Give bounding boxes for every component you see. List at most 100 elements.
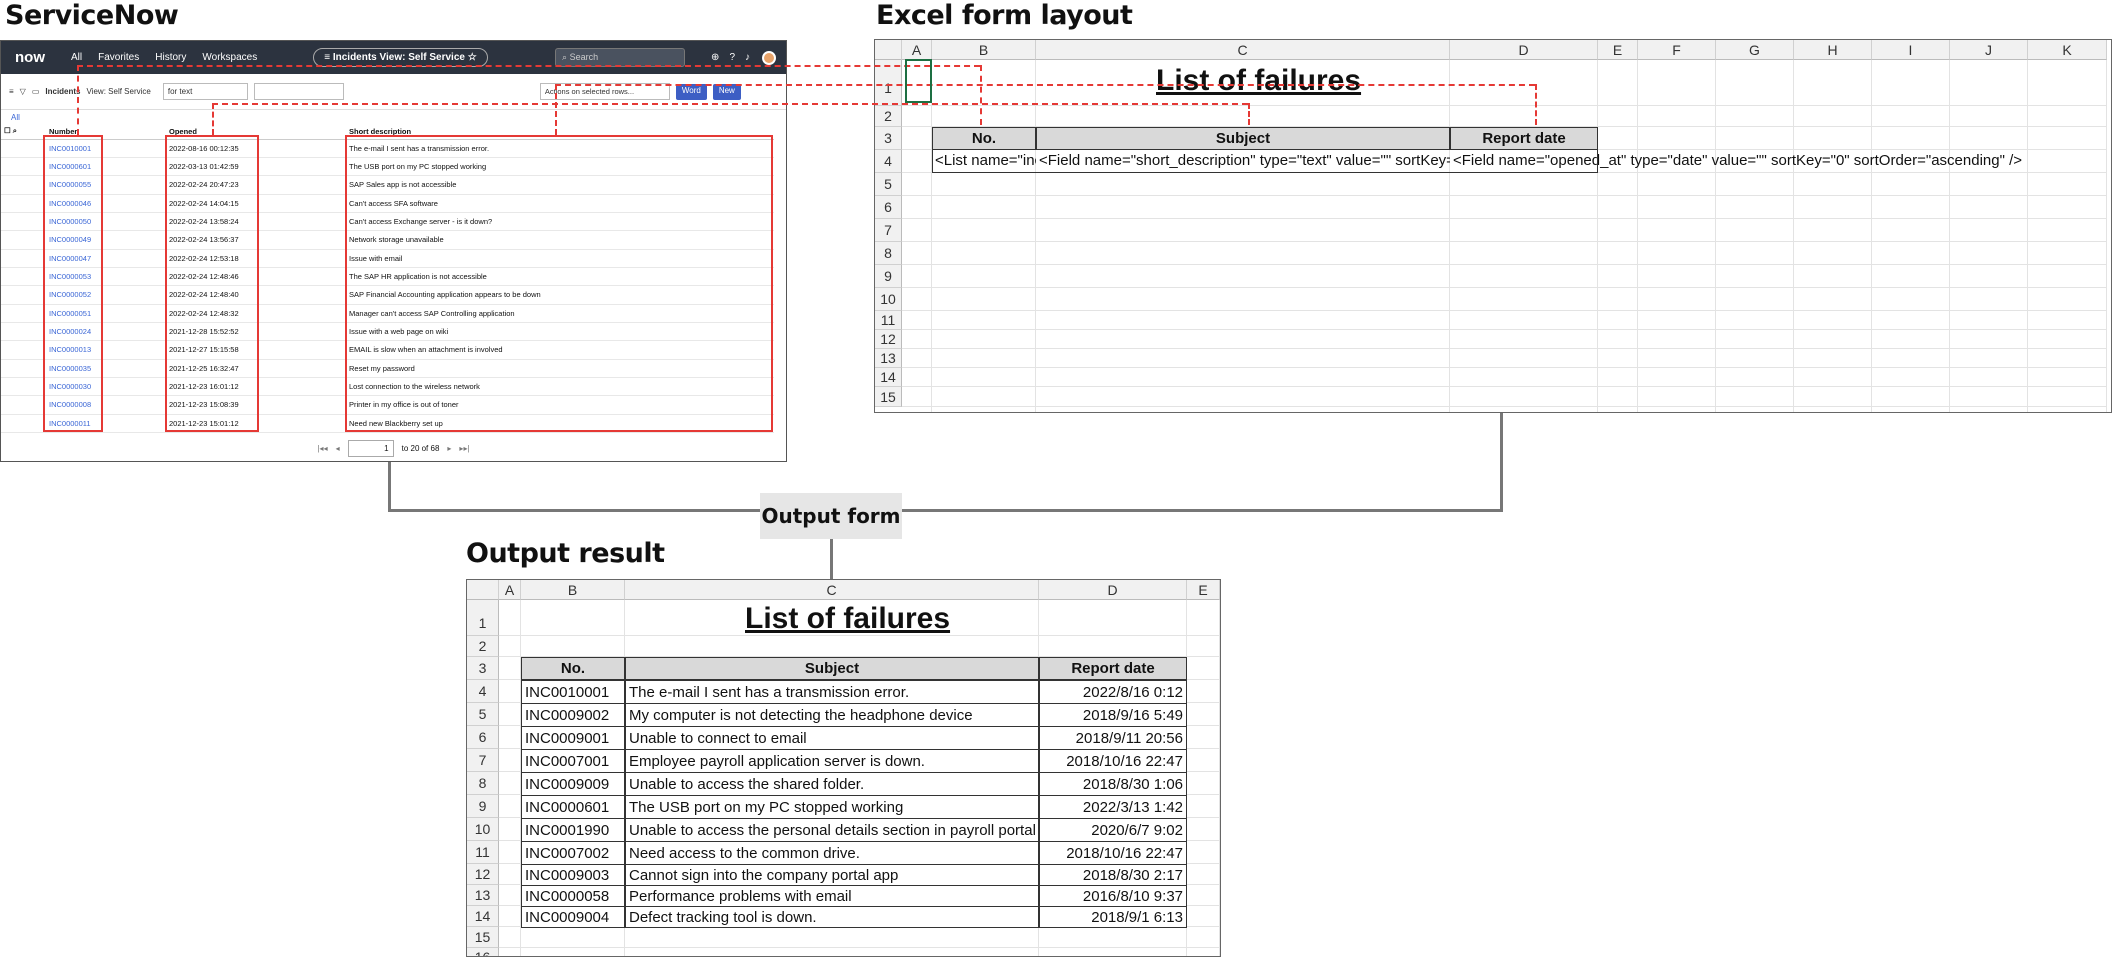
page-input[interactable]: 1 — [347, 439, 394, 457]
excel-row-header[interactable]: 10 — [875, 288, 902, 311]
output-subject-cell[interactable]: Unable to connect to email — [625, 726, 1039, 750]
excel-row-header[interactable]: 15 — [875, 387, 902, 407]
row-select-cell[interactable] — [1, 249, 46, 268]
output-row-header[interactable]: 3 — [467, 657, 499, 680]
output-subject-cell[interactable]: My computer is not detecting the headpho… — [625, 703, 1039, 727]
output-header-1[interactable]: Subject — [625, 657, 1039, 680]
avatar[interactable] — [762, 50, 776, 65]
excel-row-header[interactable]: 14 — [875, 368, 902, 387]
output-row-header[interactable]: 13 — [467, 885, 499, 906]
excel-col-header[interactable]: D — [1450, 40, 1598, 60]
output-col-header[interactable]: A — [499, 580, 521, 600]
globe-icon[interactable]: ⊕ — [711, 52, 719, 63]
output-number-cell[interactable]: INC0000058 — [521, 885, 625, 907]
excel-col-header[interactable]: K — [2028, 40, 2107, 60]
output-row-header[interactable]: 9 — [467, 795, 499, 818]
row-select-cell[interactable] — [1, 212, 46, 232]
nav-favorites[interactable]: Favorites — [98, 52, 139, 63]
output-date-cell[interactable]: 2018/8/30 1:06 — [1039, 772, 1187, 796]
sn-logo[interactable]: now — [15, 49, 45, 66]
excel-row-header[interactable]: 13 — [875, 349, 902, 368]
output-subject-cell[interactable]: Defect tracking tool is down. — [625, 906, 1039, 928]
output-subject-cell[interactable]: Unable to access the shared folder. — [625, 772, 1039, 796]
filter-secondary-input[interactable] — [253, 83, 344, 100]
first-page-icon[interactable]: |◂◂ — [317, 444, 327, 453]
chat-icon[interactable]: ▭ — [32, 87, 40, 96]
output-date-cell[interactable]: 2020/6/7 9:02 — [1039, 818, 1187, 842]
output-row-header[interactable]: 6 — [467, 726, 499, 749]
excel-header-0[interactable]: No. — [932, 127, 1036, 150]
prev-page-icon[interactable]: ◂ — [336, 444, 340, 453]
output-date-cell[interactable]: 2016/8/10 9:37 — [1039, 885, 1187, 907]
row-select-cell[interactable] — [1, 340, 46, 360]
output-number-cell[interactable]: INC0009004 — [521, 906, 625, 928]
output-row-header[interactable]: 14 — [467, 906, 499, 927]
output-header-2[interactable]: Report date — [1039, 657, 1187, 680]
output-subject-cell[interactable]: The e-mail I sent has a transmission err… — [625, 680, 1039, 704]
row-select-cell[interactable] — [1, 267, 46, 287]
row-select-cell[interactable] — [1, 359, 46, 378]
row-select-cell[interactable] — [1, 194, 46, 213]
excel-header-2[interactable]: Report date — [1450, 127, 1598, 150]
output-subject-cell[interactable]: Cannot sign into the company portal app — [625, 864, 1039, 886]
excel-row-header[interactable]: 4 — [875, 150, 902, 173]
output-number-cell[interactable]: INC0009002 — [521, 703, 625, 727]
next-page-icon[interactable]: ▸ — [447, 444, 451, 453]
excel-col-header[interactable]: G — [1716, 40, 1794, 60]
output-number-cell[interactable]: INC0007001 — [521, 749, 625, 773]
filter-icon[interactable]: ▽ — [20, 87, 26, 96]
output-col-header[interactable]: B — [521, 580, 625, 600]
row-select-cell[interactable] — [1, 157, 46, 177]
select-all-checkbox[interactable]: ☐ ⌕ — [1, 124, 46, 140]
output-number-cell[interactable]: INC0009009 — [521, 772, 625, 796]
output-header-0[interactable]: No. — [521, 657, 625, 680]
output-subject-cell[interactable]: Unable to access the personal details se… — [625, 818, 1039, 842]
output-col-header[interactable]: E — [1187, 580, 1220, 600]
corner-cell[interactable] — [875, 40, 902, 60]
output-row-header[interactable]: 2 — [467, 636, 499, 657]
output-row-header[interactable]: 11 — [467, 841, 499, 864]
breadcrumb-all[interactable]: All — [1, 110, 786, 124]
row-select-cell[interactable] — [1, 175, 46, 195]
output-row-header[interactable]: 12 — [467, 864, 499, 885]
bell-icon[interactable]: ♪ — [745, 52, 750, 63]
output-date-cell[interactable]: 2018/9/16 5:49 — [1039, 703, 1187, 727]
output-number-cell[interactable]: INC0010001 — [521, 680, 625, 704]
excel-row-header[interactable]: 5 — [875, 173, 902, 196]
nav-workspaces[interactable]: Workspaces — [202, 52, 257, 63]
output-row-header[interactable]: 5 — [467, 703, 499, 726]
output-row-header[interactable]: 15 — [467, 927, 499, 948]
output-date-cell[interactable]: 2022/8/16 0:12 — [1039, 680, 1187, 704]
excel-row-header[interactable]: 6 — [875, 196, 902, 219]
excel-row-header[interactable]: 12 — [875, 330, 902, 349]
row-select-cell[interactable] — [1, 139, 46, 158]
output-date-cell[interactable]: 2018/10/16 22:47 — [1039, 749, 1187, 773]
row-select-cell[interactable] — [1, 304, 46, 323]
output-row-header[interactable]: 4 — [467, 680, 499, 703]
excel-row-header[interactable]: 2 — [875, 106, 902, 127]
output-number-cell[interactable]: INC0000601 — [521, 795, 625, 819]
menu-icon[interactable]: ≡ — [9, 87, 14, 96]
output-col-header[interactable]: C — [625, 580, 1039, 600]
filter-input[interactable]: for text — [162, 83, 248, 100]
excel-col-header[interactable]: C — [1036, 40, 1450, 60]
excel-col-header[interactable]: B — [932, 40, 1036, 60]
excel-row-header[interactable]: 8 — [875, 242, 902, 265]
output-number-cell[interactable]: INC0001990 — [521, 818, 625, 842]
excel-row-header[interactable]: 3 — [875, 127, 902, 150]
output-date-cell[interactable]: 2018/9/11 20:56 — [1039, 726, 1187, 750]
excel-col-header[interactable]: H — [1794, 40, 1872, 60]
output-date-cell[interactable]: 2018/10/16 22:47 — [1039, 841, 1187, 865]
corner-cell[interactable] — [467, 580, 499, 600]
output-row-header[interactable]: 8 — [467, 772, 499, 795]
row-select-cell[interactable] — [1, 230, 46, 250]
output-row-header[interactable]: 7 — [467, 749, 499, 772]
selected-cell-a1[interactable] — [905, 59, 932, 103]
excel-col-header[interactable]: I — [1872, 40, 1950, 60]
output-number-cell[interactable]: INC0007002 — [521, 841, 625, 865]
row-select-cell[interactable] — [1, 322, 46, 342]
output-row-header[interactable]: 16 — [467, 948, 499, 956]
help-icon[interactable]: ? — [729, 52, 735, 63]
output-date-cell[interactable]: 2018/8/30 2:17 — [1039, 864, 1187, 886]
row-select-cell[interactable] — [1, 285, 46, 305]
